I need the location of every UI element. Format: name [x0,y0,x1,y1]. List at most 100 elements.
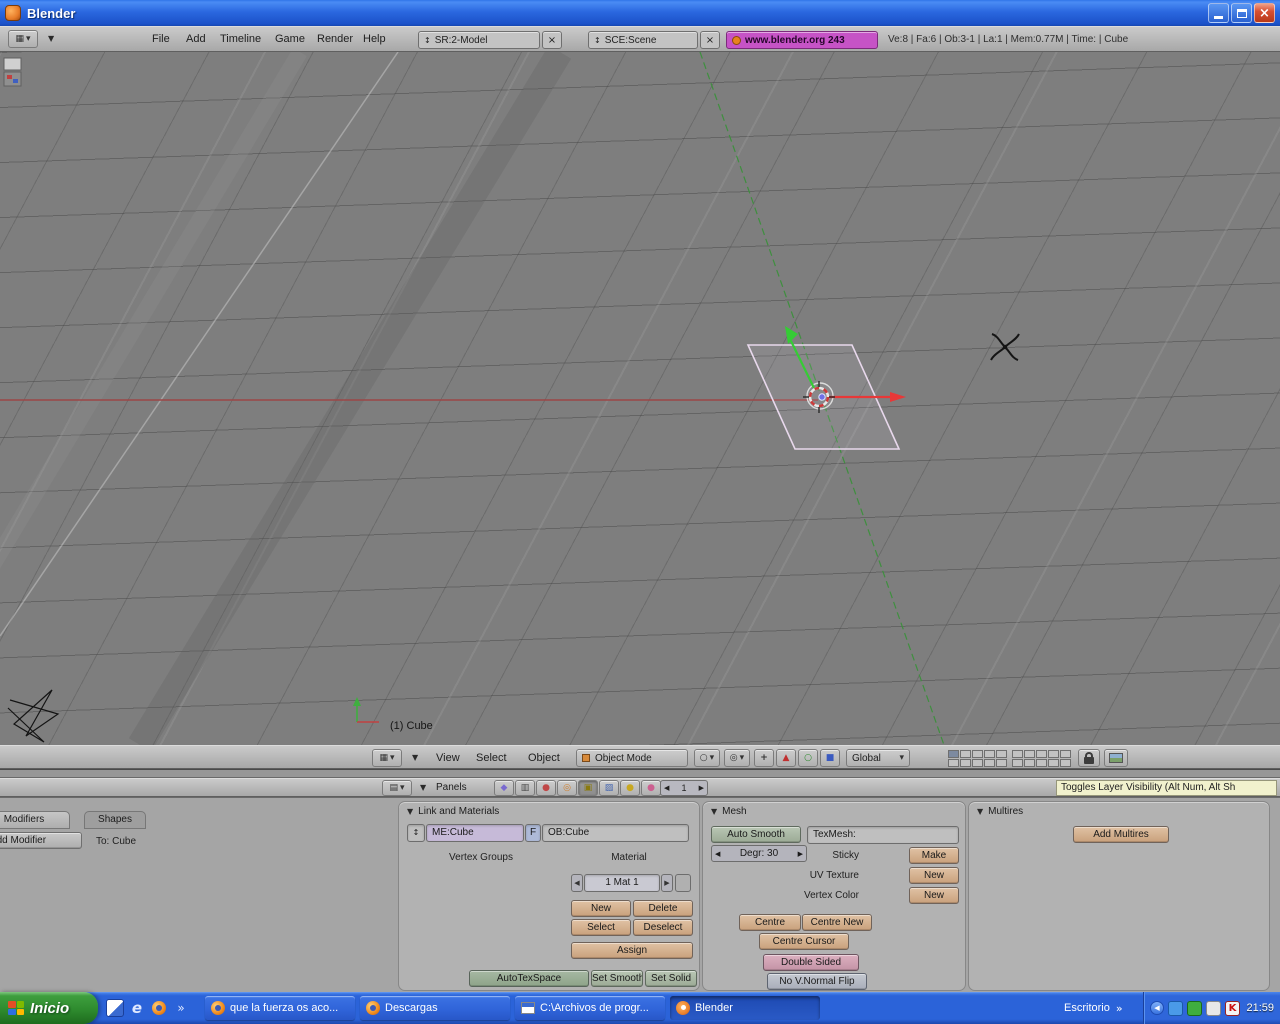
tray-kaspersky-icon[interactable]: K [1225,1000,1240,1016]
lamp-subcontext-button[interactable]: ● [620,780,640,796]
layer-toggle[interactable] [960,750,971,758]
panels-menu[interactable]: Panels [432,779,471,797]
window-titlebar[interactable]: Blender × [0,0,1280,26]
layer-toggle[interactable] [1024,759,1035,767]
uv-texture-new-button[interactable]: New [909,867,959,884]
decrement-icon[interactable]: ◀ [664,784,669,792]
start-button[interactable]: Inicio [0,992,98,1024]
layer-toggle[interactable] [996,750,1007,758]
layer-toggle[interactable] [1036,750,1047,758]
manipulator-translate-button[interactable]: ▲ [776,749,796,767]
menu-render[interactable]: Render [313,27,357,51]
material-delete-button[interactable]: Delete [633,900,693,917]
tab-modifiers[interactable]: Modifiers [0,811,70,829]
layer-toggle[interactable] [948,759,959,767]
panel-header[interactable]: ▼ Mesh [711,806,747,817]
layer-toggle[interactable] [996,759,1007,767]
editing-context-button[interactable]: ▣ [578,780,598,796]
menu-select[interactable]: Select [472,746,511,770]
sticky-make-button[interactable]: Make [909,847,959,864]
decrement-icon[interactable]: ◀ [715,850,720,858]
pivot-dropdown[interactable]: ◎ ▾ [724,749,750,767]
taskbar-task-blender[interactable]: Blender [670,996,820,1020]
material-new-button[interactable]: New [571,900,631,917]
manipulator-hand-button[interactable]: + [754,749,774,767]
autotexspace-toggle[interactable]: AutoTexSpace [469,970,589,987]
layer-toggle[interactable] [1060,759,1071,767]
header-collapse-icon[interactable]: ▼ [408,746,422,770]
centre-cursor-button[interactable]: Centre Cursor [759,933,849,950]
desktop-toolbar[interactable]: Escritorio » [1064,992,1123,1024]
panel-header[interactable]: ▼ Link and Materials [407,806,499,817]
increment-icon[interactable]: ▶ [699,784,704,792]
mesh-browse-button[interactable]: ↕ [407,824,425,842]
layer-toggle[interactable] [1012,759,1023,767]
add-multires-button[interactable]: Add Multires [1073,826,1169,843]
manipulator-rotate-button[interactable]: ○ [798,749,818,767]
orientation-dropdown[interactable]: Global ▾ [846,749,910,767]
scene-selector[interactable]: ↕ SCE:Scene [588,31,698,49]
layer-toggle[interactable] [984,750,995,758]
tray-shield-icon[interactable] [1187,1000,1202,1016]
layer-toggle[interactable] [1060,750,1071,758]
menu-object[interactable]: Object [524,746,564,770]
window-type-button[interactable]: ▦ ▾ [8,30,38,48]
internet-explorer-icon[interactable]: e [128,999,146,1017]
taskbar-task-firefox-1[interactable]: que la fuerza os aco... [205,996,355,1020]
menu-game[interactable]: Game [271,27,309,51]
taskbar-task-firefox-2[interactable]: Descargas [360,996,510,1020]
tray-collapse-chevron[interactable]: ◀ [1150,1001,1164,1015]
area-divider[interactable] [0,769,1280,778]
layer-buttons-group-1[interactable] [948,750,1007,767]
close-button[interactable]: × [1254,3,1275,23]
centre-button[interactable]: Centre [739,914,801,931]
quicklaunch-overflow-chevron[interactable]: » [172,999,190,1017]
lamp-object[interactable] [990,333,1020,361]
header-collapse-icon[interactable]: ▼ [416,779,430,797]
layer-toggle[interactable] [972,759,983,767]
draw-type-dropdown[interactable]: ○ ▾ [694,749,720,767]
taskbar-task-explorer[interactable]: C:\Archivos de progr... [515,996,665,1020]
tab-shapes[interactable]: Shapes [84,811,146,829]
auto-smooth-toggle[interactable]: Auto Smooth [711,826,801,843]
render-preview-button[interactable] [1104,749,1128,767]
layer-toggle[interactable] [972,750,983,758]
add-modifier-button[interactable]: Add Modifier [0,832,82,849]
layer-toggle[interactable] [984,759,995,767]
header-collapse-icon[interactable]: ▼ [44,27,58,51]
maximize-button[interactable] [1231,3,1252,23]
screen-delete-button[interactable]: × [542,31,562,49]
show-desktop-icon[interactable] [106,999,124,1017]
object-name-field[interactable]: OB:Cube [542,824,689,842]
material-subcontext-button[interactable]: ● [641,780,661,796]
texmesh-field[interactable]: TexMesh: [807,826,959,844]
material-select-button[interactable]: Select [571,919,631,936]
object-context-button[interactable]: ◎ [557,780,577,796]
viewport-3d[interactable]: (1) Cube [0,52,1280,745]
panel-collapse-icon[interactable]: ▼ [407,807,413,816]
scene-context-button[interactable]: ▨ [599,780,619,796]
material-index-field[interactable]: 1 Mat 1 [584,874,660,892]
centre-new-button[interactable]: Centre New [802,914,872,931]
material-deselect-button[interactable]: Deselect [633,919,693,936]
mode-dropdown[interactable]: Object Mode [576,749,688,767]
manipulator-scale-button[interactable]: ■ [820,749,840,767]
set-smooth-button[interactable]: Set Smooth [591,970,643,987]
layer-toggle[interactable] [1036,759,1047,767]
layer-toggle[interactable] [1024,750,1035,758]
material-next-button[interactable]: ▶ [661,874,673,892]
logic-context-button[interactable]: ◆ [494,780,514,796]
material-assign-button[interactable]: Assign [571,942,693,959]
panel-header[interactable]: ▼ Multires [977,806,1023,817]
firefox-quicklaunch-icon[interactable] [150,999,168,1017]
shading-context-button[interactable]: ● [536,780,556,796]
material-prev-button[interactable]: ◀ [571,874,583,892]
menu-timeline[interactable]: Timeline [216,27,265,51]
menu-file[interactable]: File [148,27,174,51]
scene-delete-button[interactable]: × [700,31,720,49]
toolbar-chevron-icon[interactable]: » [1116,1002,1123,1015]
layer-toggle[interactable] [1012,750,1023,758]
frame-number-field[interactable]: ◀ 1 ▶ [660,780,708,796]
layer-toggle[interactable] [960,759,971,767]
minimize-button[interactable] [1208,3,1229,23]
